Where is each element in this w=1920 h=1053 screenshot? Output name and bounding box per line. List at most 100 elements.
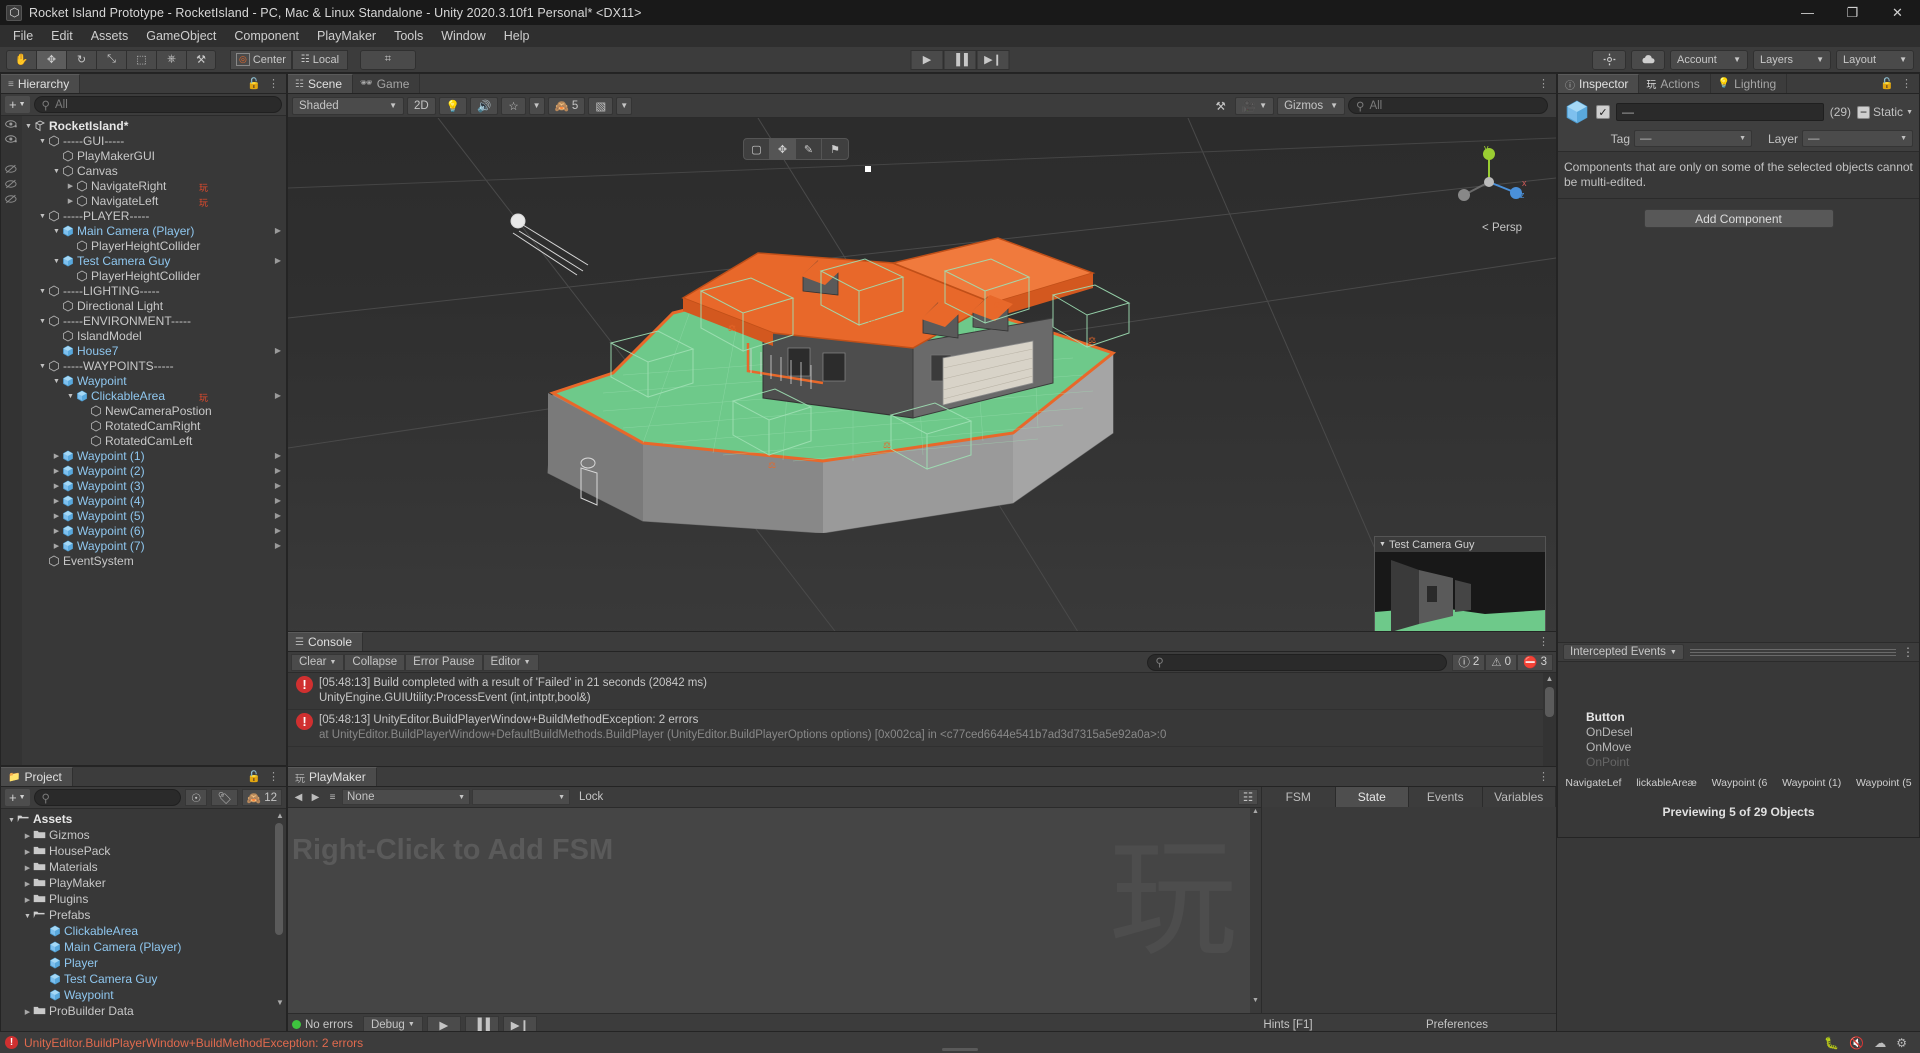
tree-twirl-icon[interactable]: ▶ <box>51 481 62 490</box>
previewed-object[interactable]: Waypoint (6 <box>1712 777 1768 789</box>
project-row[interactable]: ▼ Assets <box>1 811 286 827</box>
project-row[interactable]: ClickableArea <box>1 923 286 939</box>
menu-item-window[interactable]: Window <box>432 26 494 46</box>
hierarchy-row[interactable]: ▶ Waypoint (6) ▶ <box>1 523 286 538</box>
console-scroll-thumb[interactable] <box>1545 687 1554 717</box>
warning-count-badge[interactable]: ⚠ 0 <box>1485 653 1518 671</box>
lock-icon[interactable]: 🔓 <box>247 77 261 90</box>
tree-twirl-icon[interactable]: ▼ <box>37 316 48 325</box>
tab-playmaker[interactable]: 玩 PlayMaker <box>288 767 377 786</box>
kebab-menu-icon[interactable]: ⋮ <box>1538 635 1549 648</box>
tree-twirl-icon[interactable]: ▼ <box>23 121 34 130</box>
collapse-button[interactable]: Collapse <box>344 653 406 671</box>
hierarchy-search-input[interactable]: ⚲ All <box>33 96 282 113</box>
rotate-handle-icon[interactable]: ✥ <box>770 139 796 159</box>
prefab-open-arrow-icon[interactable]: ▶ <box>275 511 281 520</box>
mute-icon[interactable]: 🔇 <box>1849 1036 1864 1050</box>
prefab-open-arrow-icon[interactable]: ▶ <box>275 226 281 235</box>
menu-item-edit[interactable]: Edit <box>42 26 82 46</box>
scene-fx-icon[interactable]: ☆ <box>501 96 526 115</box>
prefab-open-arrow-icon[interactable]: ▶ <box>275 526 281 535</box>
tree-twirl-icon[interactable]: ▼ <box>22 911 33 920</box>
static-toggle[interactable]: − Static ▼ <box>1857 105 1913 119</box>
tab-game[interactable]: 🕶 Game <box>353 74 421 93</box>
tree-twirl-icon[interactable]: ▼ <box>65 391 76 400</box>
tree-twirl-icon[interactable]: ▶ <box>65 181 76 190</box>
project-row[interactable]: ▶ Plugins <box>1 891 286 907</box>
log-count-badge[interactable]: ⓘ 2 <box>1452 653 1486 671</box>
chevron-down-icon[interactable]: ▼ <box>1379 541 1386 548</box>
hierarchy-row[interactable]: House7 ▶ <box>1 343 286 358</box>
gameobject-name-input[interactable]: — <box>1616 103 1824 121</box>
scroll-up-icon[interactable]: ▲ <box>1544 674 1555 684</box>
project-row[interactable]: ▶ Materials <box>1 859 286 875</box>
hierarchy-row[interactable]: ▼ RocketIsland* <box>1 118 286 133</box>
hand-tool-icon[interactable]: ✋ <box>6 49 36 70</box>
menu-item-help[interactable]: Help <box>495 26 539 46</box>
hierarchy-row[interactable]: ▶ Waypoint (5) ▶ <box>1 508 286 523</box>
hierarchy-row[interactable]: ▶ NavigateLeft 玩 <box>1 193 286 208</box>
previewed-object[interactable]: lickableAreæ <box>1636 777 1697 789</box>
tree-twirl-icon[interactable]: ▶ <box>51 541 62 550</box>
scene-lighting-icon[interactable]: 💡 <box>438 96 468 115</box>
hierarchy-tree[interactable]: ▼ RocketIsland* ▼ -----GUI----- PlayMakerGUI… <box>1 116 286 765</box>
project-row[interactable]: ▶ Gizmos <box>1 827 286 843</box>
grid-snap-icon[interactable]: ⌗ <box>359 49 416 70</box>
hierarchy-row[interactable]: ▶ NavigateRight 玩 <box>1 178 286 193</box>
rect-tool-icon[interactable]: ⬚ <box>126 49 156 70</box>
fsm-graph-canvas[interactable]: Right-Click to Add FSM 玩 ▲ ▼ <box>288 808 1261 1034</box>
tree-twirl-icon[interactable]: ▼ <box>37 211 48 220</box>
menu-item-file[interactable]: File <box>4 26 42 46</box>
visibility-toggle-icon[interactable] <box>4 119 18 132</box>
prefab-open-arrow-icon[interactable]: ▶ <box>275 391 281 400</box>
hidden-assets-toggle[interactable]: 🙈 12 <box>241 789 282 806</box>
tab-hierarchy[interactable]: ≡ Hierarchy <box>1 74 81 93</box>
gizmos-dropdown[interactable]: Gizmos ▼ <box>1277 96 1345 115</box>
tree-twirl-icon[interactable]: ▶ <box>22 831 33 840</box>
scale-handle-icon[interactable]: ✎ <box>796 139 822 159</box>
scroll-up-icon[interactable]: ▲ <box>1250 808 1261 815</box>
visibility-toggle-icon[interactable] <box>4 194 18 207</box>
kebab-menu-icon[interactable]: ⋮ <box>1538 770 1549 783</box>
menu-item-playmaker[interactable]: PlayMaker <box>308 26 385 46</box>
hierarchy-row[interactable]: ▼ Main Camera (Player) ▶ <box>1 223 286 238</box>
kebab-menu-icon[interactable]: ⋮ <box>1902 645 1914 659</box>
hierarchy-row[interactable]: PlayerHeightCollider <box>1 238 286 253</box>
tab-inspector[interactable]: ⓘ Inspector <box>1558 74 1640 93</box>
hierarchy-row[interactable]: ▶ Waypoint (2) ▶ <box>1 463 286 478</box>
toggle-2d-button[interactable]: 2D <box>407 96 436 115</box>
prefab-open-arrow-icon[interactable]: ▶ <box>275 346 281 355</box>
menu-item-tools[interactable]: Tools <box>385 26 432 46</box>
transform-handle[interactable] <box>865 166 871 172</box>
console-message[interactable]: ! [05:48:13] UnityEditor.BuildPlayerWind… <box>288 710 1556 747</box>
add-component-button[interactable]: Add Component <box>1643 209 1834 228</box>
settings-icon[interactable]: ⚙ <box>1896 1036 1907 1050</box>
scene-viewport[interactable]: ⚖ ⚖ ⚖ ⚖ ⚖ ⚖ ▢ ✥ ✎ ⚑ y z x < Persp ▼ Test… <box>288 118 1556 650</box>
close-button[interactable]: ✕ <box>1875 0 1920 25</box>
lock-icon[interactable]: 🔓 <box>247 770 261 783</box>
hierarchy-row[interactable]: ▶ Waypoint (1) ▶ <box>1 448 286 463</box>
visibility-toggle-icon[interactable] <box>4 134 18 147</box>
kebab-menu-icon[interactable]: ⋮ <box>268 77 279 90</box>
window-resize-handle[interactable] <box>942 1048 978 1051</box>
minimize-button[interactable]: — <box>1785 0 1830 25</box>
project-row[interactable]: ▼ Prefabs <box>1 907 286 923</box>
scene-tools-icon[interactable]: ⚒ <box>1210 97 1232 115</box>
tree-twirl-icon[interactable]: ▼ <box>51 226 62 235</box>
label-icon[interactable]: 🏷 <box>211 789 238 806</box>
fsm-select-dropdown[interactable]: None ▼ <box>342 789 470 805</box>
hierarchy-row[interactable]: ▶ Waypoint (7) ▶ <box>1 538 286 553</box>
state-select-dropdown[interactable]: ▼ <box>472 789 570 805</box>
layers-button[interactable]: Layers ▼ <box>1753 49 1831 70</box>
tree-twirl-icon[interactable]: ▼ <box>51 166 62 175</box>
tree-twirl-icon[interactable]: ▶ <box>51 466 62 475</box>
account-button[interactable]: Account ▼ <box>1670 49 1748 70</box>
rect-handle-icon[interactable]: ⚑ <box>822 139 848 159</box>
tab-project[interactable]: 📁 Project <box>1 767 73 786</box>
editor-dropdown[interactable]: Editor ▼ <box>482 653 539 671</box>
tree-twirl-icon[interactable]: ▶ <box>22 1007 33 1016</box>
prefab-open-arrow-icon[interactable]: ▶ <box>275 466 281 475</box>
hierarchy-row[interactable]: ▼ Canvas <box>1 163 286 178</box>
visibility-toggle-icon[interactable] <box>4 164 18 177</box>
error-pause-button[interactable]: Error Pause <box>405 653 483 671</box>
